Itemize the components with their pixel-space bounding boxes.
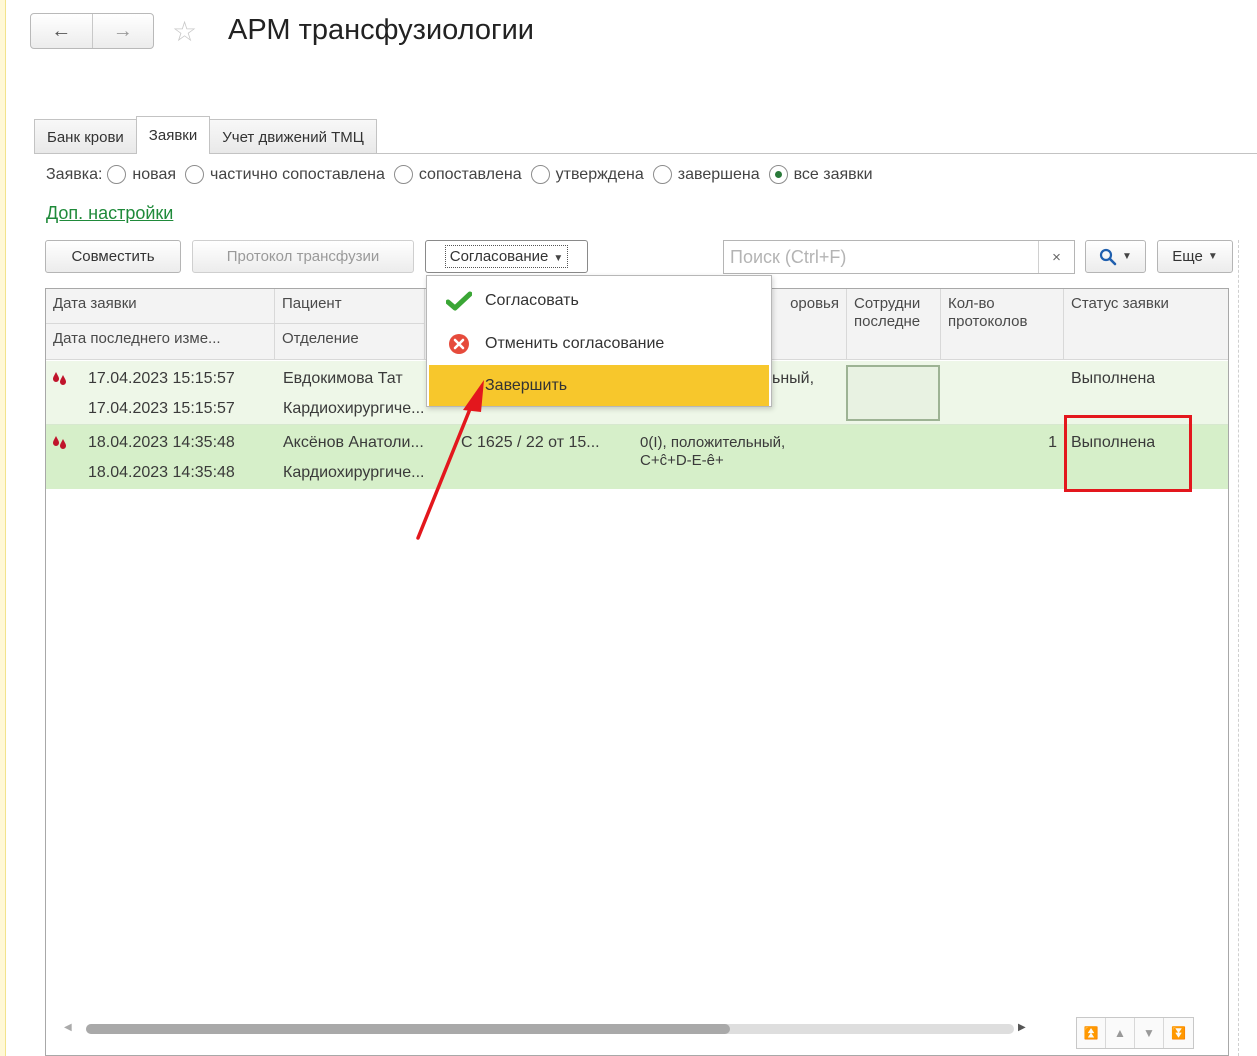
favorite-star-icon[interactable]: ☆: [172, 18, 197, 46]
cell-patient: Аксёнов Анатоли...: [283, 434, 423, 451]
radio-label-completed: завершена: [677, 165, 760, 183]
cell-request-date: 18.04.2023 14:35:48: [88, 434, 235, 451]
approval-menu-button[interactable]: Согласование ▼: [425, 240, 588, 273]
search-input[interactable]: [724, 241, 1034, 273]
approval-dropdown-menu: Согласовать Отменить согласование Заверш…: [426, 275, 772, 407]
forward-arrow-icon: →: [112, 19, 133, 42]
radio-completed[interactable]: [652, 165, 672, 184]
cell-request-date: 17.04.2023 15:15:57: [88, 370, 235, 387]
employee-cell-selected[interactable]: [846, 365, 940, 421]
chevron-down-icon: ▼: [553, 253, 564, 264]
scroll-left-icon[interactable]: ◀: [64, 1022, 72, 1033]
scroll-right-icon[interactable]: ▶: [1018, 1022, 1026, 1033]
cell-request: С 1625 / 22 от 15...: [461, 434, 600, 451]
radio-partially-matched[interactable]: [185, 165, 205, 184]
cell-status: Выполнена: [1071, 370, 1156, 387]
radio-label-all-requests: все заявки: [793, 165, 873, 183]
menu-item-cancel-approval-label: Отменить согласование: [485, 334, 665, 352]
cancel-circle-icon: [445, 333, 473, 355]
tab-divider: [34, 153, 1257, 154]
tab-bar: Банк крови Заявки Учет движений ТМЦ: [34, 116, 377, 154]
column-department[interactable]: Отделение: [275, 324, 425, 360]
menu-item-approve[interactable]: Согласовать: [429, 280, 769, 321]
scroll-to-top-icon[interactable]: ⏫: [1077, 1018, 1106, 1048]
combine-button[interactable]: Совместить: [45, 240, 181, 273]
cell-health: ьный,: [772, 370, 815, 387]
column-employee-line2: последне: [854, 313, 921, 330]
scroll-down-icon[interactable]: ▼: [1135, 1018, 1164, 1048]
search-icon: [1099, 248, 1117, 265]
scroll-to-bottom-icon[interactable]: ⏬: [1164, 1018, 1193, 1048]
cell-health-line1: 0(I), положительный,: [640, 434, 786, 451]
blood-drop-icon: [53, 436, 66, 449]
filter-label: Заявка:: [46, 165, 103, 183]
cell-patient: Евдокимова Тат: [283, 370, 403, 387]
page-title: АРМ трансфузиологии: [228, 14, 535, 46]
more-button-label: Еще: [1172, 248, 1203, 265]
radio-label-partially-matched: частично сопоставлена: [210, 165, 385, 183]
horizontal-scrollbar[interactable]: ◀ ▶: [58, 1022, 1028, 1036]
radio-label-new: новая: [132, 165, 177, 183]
cell-department: Кардиохирургиче...: [283, 400, 423, 417]
window-left-border: [0, 0, 6, 1056]
menu-item-finish[interactable]: Завершить: [429, 365, 769, 406]
column-patient[interactable]: Пациент: [275, 289, 425, 324]
radio-approved[interactable]: [530, 165, 550, 184]
radio-matched[interactable]: [393, 165, 413, 184]
menu-item-cancel-approval[interactable]: Отменить согласование: [429, 323, 769, 364]
column-employee-line1: Сотрудни: [854, 295, 921, 312]
column-employee[interactable]: Сотрудни последне: [847, 289, 941, 360]
column-protocol-count-line1: Кол-во: [948, 295, 995, 312]
chevron-down-icon: ▼: [1207, 251, 1218, 262]
search-field[interactable]: ×: [723, 240, 1075, 274]
request-status-filter: Заявка: новая частично сопоставлена сопо…: [46, 165, 873, 184]
search-button[interactable]: ▼: [1085, 240, 1146, 273]
column-last-modified[interactable]: Дата последнего изме...: [46, 324, 275, 360]
column-request-date[interactable]: Дата заявки: [46, 289, 275, 324]
radio-new[interactable]: [107, 165, 127, 184]
scroll-thumb[interactable]: [86, 1024, 730, 1034]
checkmark-icon: [445, 291, 473, 311]
clear-search-icon[interactable]: ×: [1038, 241, 1074, 273]
table-row[interactable]: 18.04.2023 14:35:48 18.04.2023 14:35:48 …: [46, 425, 1228, 489]
cell-last-modified: 18.04.2023 14:35:48: [88, 464, 235, 481]
column-protocol-count-line2: протоколов: [948, 313, 1028, 330]
back-button[interactable]: ←: [31, 14, 92, 48]
transfusion-protocol-button[interactable]: Протокол трансфузии: [192, 240, 414, 273]
more-button[interactable]: Еще ▼: [1157, 240, 1233, 273]
menu-item-approve-label: Согласовать: [485, 291, 579, 309]
tab-requests[interactable]: Заявки: [135, 116, 211, 154]
approval-button-label: Согласование: [449, 248, 549, 265]
chevron-down-icon: ▼: [1122, 251, 1132, 262]
tab-inventory-movements[interactable]: Учет движений ТМЦ: [209, 119, 377, 154]
extra-settings-link[interactable]: Доп. настройки: [46, 203, 173, 224]
blood-drop-icon: [53, 372, 66, 385]
cell-health-line2: C+ĉ+D-E-ê+: [640, 452, 724, 469]
radio-label-matched: сопоставлена: [418, 165, 522, 183]
tab-blood-bank[interactable]: Банк крови: [34, 119, 137, 154]
panel-edge: [1238, 240, 1239, 1056]
forward-button[interactable]: →: [91, 14, 154, 48]
cell-protocol-count: 1: [1048, 434, 1057, 451]
history-nav: ← →: [30, 13, 154, 49]
cell-department: Кардиохирургиче...: [283, 464, 423, 481]
back-arrow-icon: ←: [51, 19, 72, 42]
list-navigation: ⏫ ▲ ▼ ⏬: [1076, 1017, 1194, 1049]
radio-label-approved: утверждена: [555, 165, 644, 183]
cell-last-modified: 17.04.2023 15:15:57: [88, 400, 235, 417]
radio-all-requests[interactable]: [768, 165, 788, 184]
column-status[interactable]: Статус заявки: [1064, 289, 1228, 360]
column-protocol-count[interactable]: Кол-во протоколов: [941, 289, 1064, 360]
status-highlight-frame: [1064, 415, 1192, 492]
menu-item-finish-label: Завершить: [485, 376, 568, 394]
scroll-up-icon[interactable]: ▲: [1106, 1018, 1135, 1048]
